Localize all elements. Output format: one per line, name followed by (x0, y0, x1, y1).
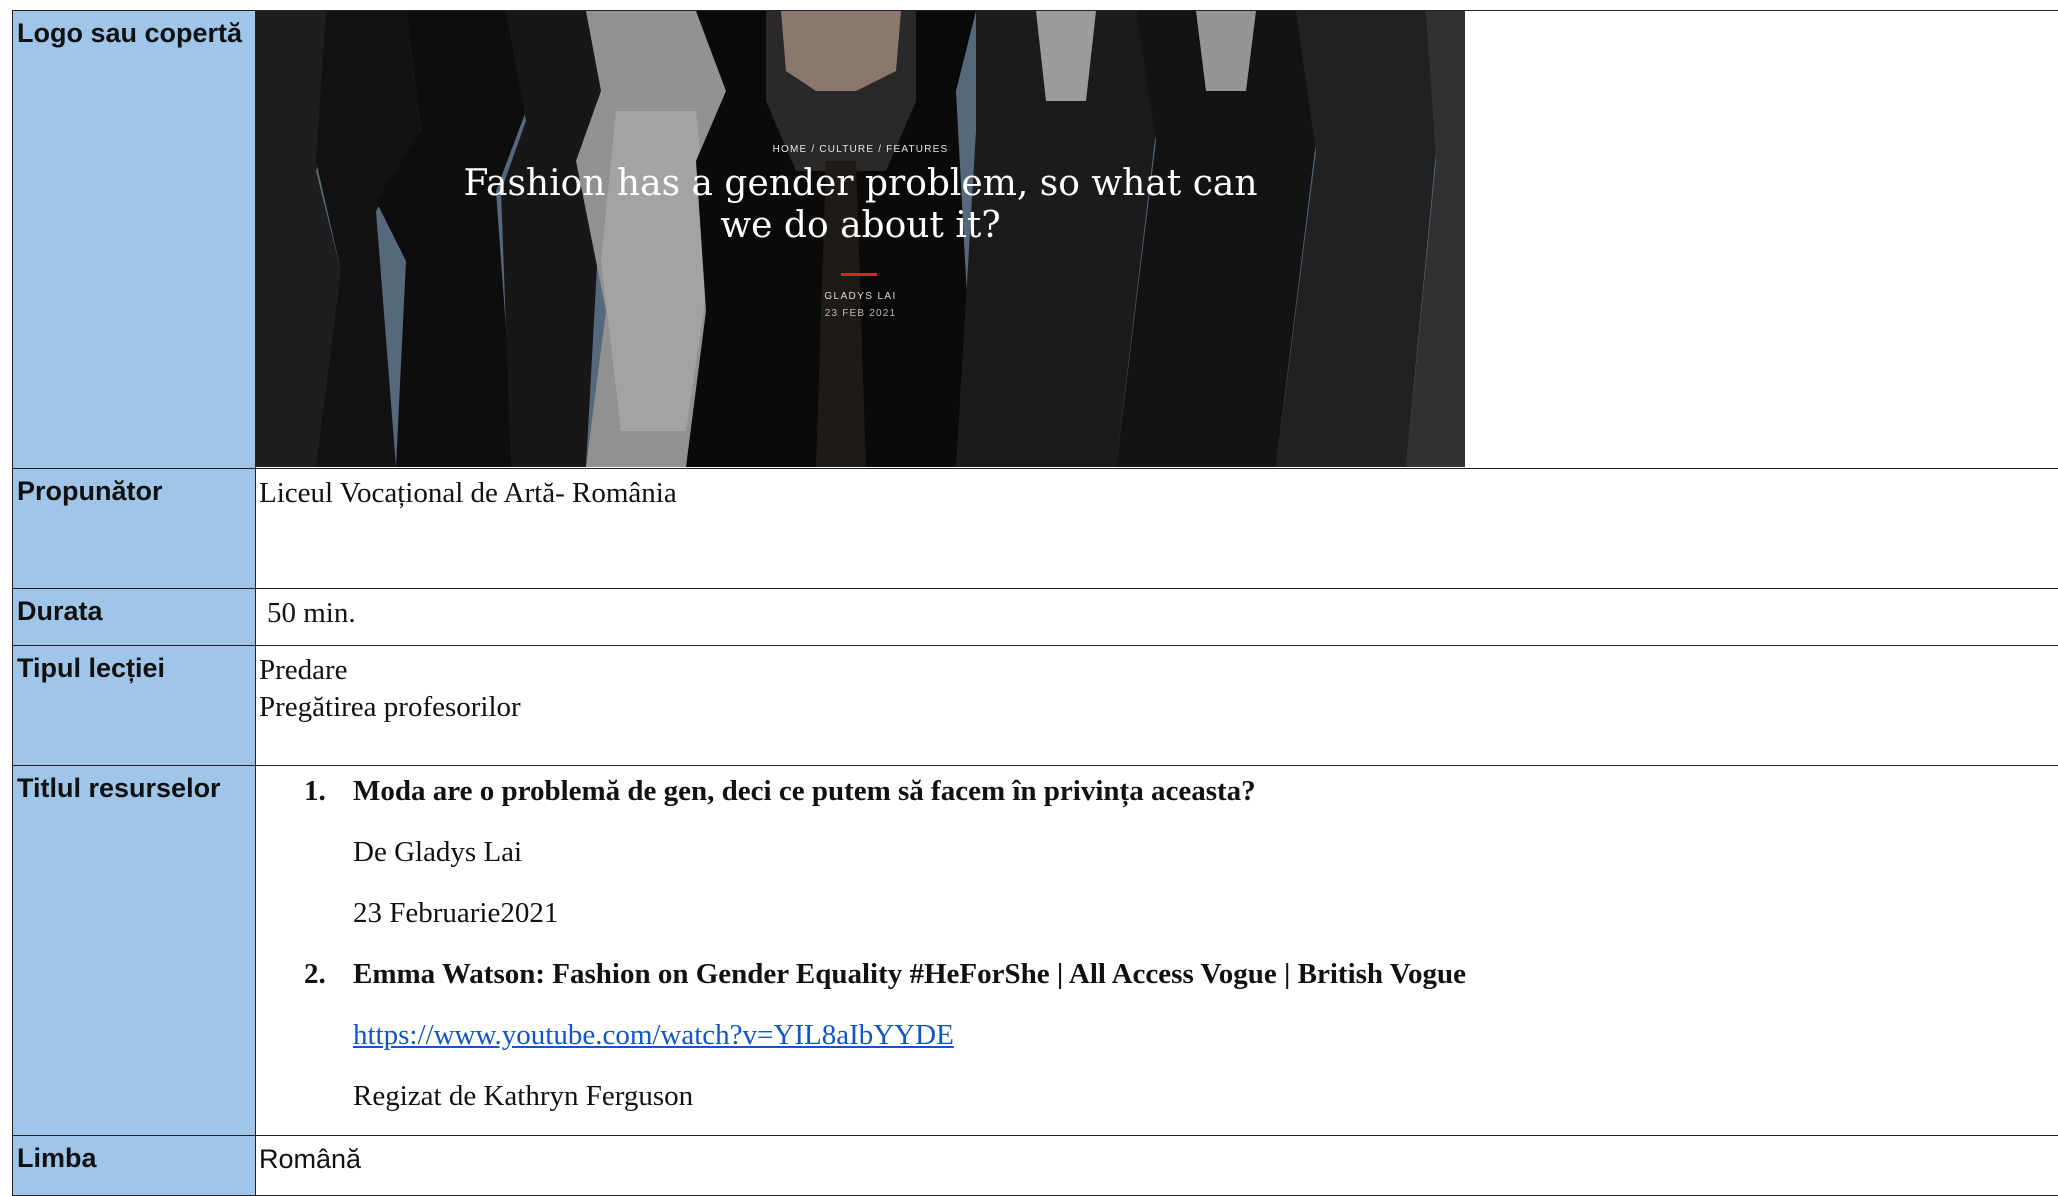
resource-item-2: 2. Emma Watson: Fashion on Gender Equali… (304, 955, 2058, 993)
row-duration: Durata 50 min. (13, 589, 2058, 646)
resource-title: Emma Watson: Fashion on Gender Equality … (353, 955, 1466, 993)
label-lesson-type: Tipul lecției (13, 646, 256, 766)
cover-author: GLADYS LAI (256, 291, 1465, 302)
label-duration: Durata (13, 589, 256, 646)
row-lesson-type: Tipul lecției Predare Pregătirea profeso… (13, 646, 2058, 766)
cover-breadcrumb: HOME / CULTURE / FEATURES (256, 144, 1465, 155)
lesson-info-table: Logo sau copertă (12, 10, 2058, 1196)
resource-number: 1. (304, 772, 353, 810)
value-lesson-type: Predare Pregătirea profesorilor (256, 646, 2058, 766)
lesson-type-item: Predare (259, 652, 2058, 689)
value-duration: 50 min. (256, 589, 2058, 646)
row-resources: Titlul resurselor 1. Moda are o problemă… (13, 766, 2058, 1136)
cover-cell: HOME / CULTURE / FEATURES Fashion has a … (256, 11, 2058, 469)
cover-image: HOME / CULTURE / FEATURES Fashion has a … (256, 11, 1465, 467)
label-proposer: Propunător (13, 469, 256, 589)
cover-headline: Fashion has a gender problem, so what ca… (256, 163, 1465, 247)
value-resources: 1. Moda are o problemă de gen, deci ce p… (256, 766, 2058, 1136)
row-cover: Logo sau copertă (13, 11, 2058, 469)
resource-item-1: 1. Moda are o problemă de gen, deci ce p… (304, 772, 2058, 810)
label-language: Limba (13, 1136, 256, 1196)
value-proposer: Liceul Vocațional de Artă- România (256, 469, 2058, 589)
resource-director: Regizat de Kathryn Ferguson (353, 1077, 2058, 1115)
row-proposer: Propunător Liceul Vocațional de Artă- Ro… (13, 469, 2058, 589)
value-language: Română (256, 1136, 2058, 1196)
label-cover: Logo sau copertă (13, 11, 256, 469)
cover-red-divider (841, 273, 877, 276)
lesson-type-item: Pregătirea profesorilor (259, 689, 2058, 726)
label-resources: Titlul resurselor (13, 766, 256, 1136)
row-language: Limba Română (13, 1136, 2058, 1196)
cover-date: 23 FEB 2021 (256, 308, 1465, 319)
resource-link-line: https://www.youtube.com/watch?v=YIL8aIbY… (353, 1016, 2058, 1054)
resource-date: 23 Februarie2021 (353, 894, 2058, 932)
resource-author: De Gladys Lai (353, 833, 2058, 871)
youtube-link[interactable]: https://www.youtube.com/watch?v=YIL8aIbY… (353, 1019, 954, 1051)
resource-title: Moda are o problemă de gen, deci ce pute… (353, 772, 1256, 810)
resource-number: 2. (304, 955, 353, 993)
